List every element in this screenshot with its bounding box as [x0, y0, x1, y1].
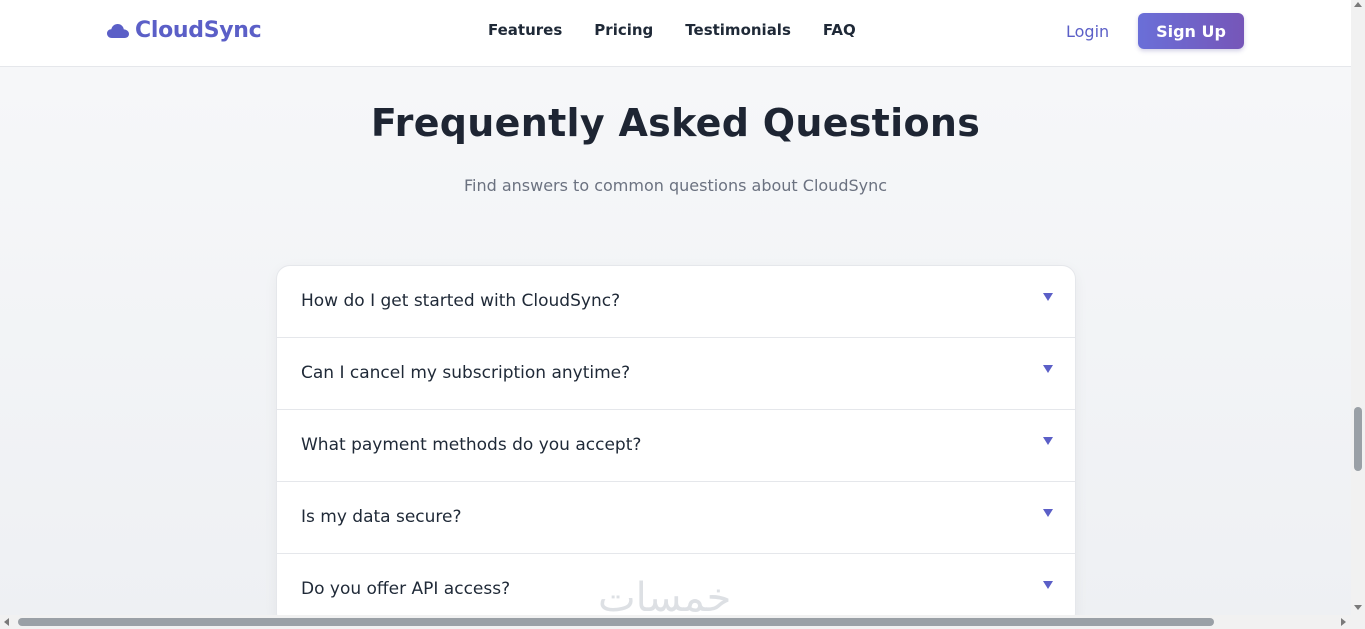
- chevron-down-icon[interactable]: [1043, 581, 1053, 589]
- nav-pricing[interactable]: Pricing: [594, 21, 653, 39]
- horizontal-scrollbar-thumb[interactable]: [18, 618, 1214, 626]
- scroll-left-arrow-icon[interactable]: [4, 618, 9, 626]
- chevron-down-icon[interactable]: [1043, 293, 1053, 301]
- scroll-down-arrow-icon[interactable]: [1354, 605, 1362, 610]
- login-link[interactable]: Login: [1066, 22, 1109, 41]
- nav-testimonials[interactable]: Testimonials: [685, 21, 791, 39]
- cloud-icon: [107, 23, 129, 38]
- faq-title: Frequently Asked Questions: [370, 101, 981, 145]
- faq-item-data-security[interactable]: Is my data secure?: [277, 482, 1075, 554]
- scroll-up-arrow-icon[interactable]: [1354, 2, 1362, 7]
- faq-item-cancel-subscription[interactable]: Can I cancel my subscription anytime?: [277, 338, 1075, 410]
- chevron-down-icon[interactable]: [1043, 437, 1053, 445]
- faq-question: What payment methods do you accept?: [301, 435, 642, 455]
- chevron-down-icon[interactable]: [1043, 509, 1053, 517]
- horizontal-scrollbar[interactable]: [0, 615, 1365, 629]
- nav-faq[interactable]: FAQ: [823, 21, 856, 39]
- top-navbar: CloudSync Features Pricing Testimonials …: [0, 0, 1351, 67]
- faq-question: How do I get started with CloudSync?: [301, 291, 621, 311]
- faq-item-get-started[interactable]: How do I get started with CloudSync?: [277, 266, 1075, 338]
- brand-logo[interactable]: CloudSync: [107, 18, 262, 43]
- brand-name: CloudSync: [135, 18, 262, 43]
- scroll-right-arrow-icon[interactable]: [1341, 618, 1346, 626]
- faq-question: Can I cancel my subscription anytime?: [301, 363, 631, 383]
- faq-question: Is my data secure?: [301, 507, 462, 527]
- vertical-scrollbar-thumb[interactable]: [1354, 407, 1362, 471]
- faq-item-payment-methods[interactable]: What payment methods do you accept?: [277, 410, 1075, 482]
- main-nav: Features Pricing Testimonials FAQ: [488, 21, 856, 39]
- faq-accordion: How do I get started with CloudSync? Can…: [276, 265, 1076, 627]
- chevron-down-icon[interactable]: [1043, 365, 1053, 373]
- faq-question: Do you offer API access?: [301, 579, 511, 599]
- nav-features[interactable]: Features: [488, 21, 562, 39]
- signup-button[interactable]: Sign Up: [1138, 13, 1244, 49]
- faq-subtitle: Find answers to common questions about C…: [463, 176, 888, 195]
- vertical-scrollbar[interactable]: [1351, 0, 1365, 615]
